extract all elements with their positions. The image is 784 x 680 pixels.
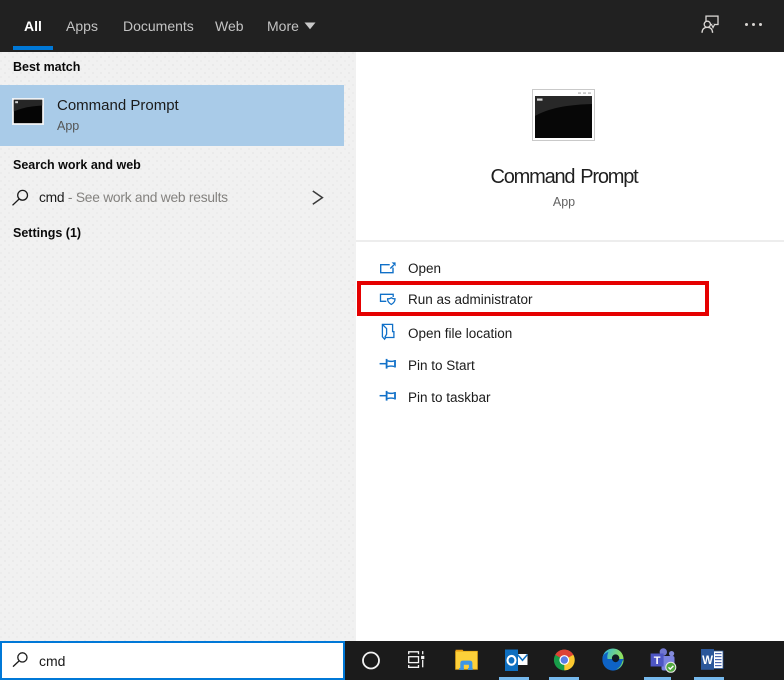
svg-text:W: W [702,655,713,667]
svg-text:T: T [654,655,661,667]
